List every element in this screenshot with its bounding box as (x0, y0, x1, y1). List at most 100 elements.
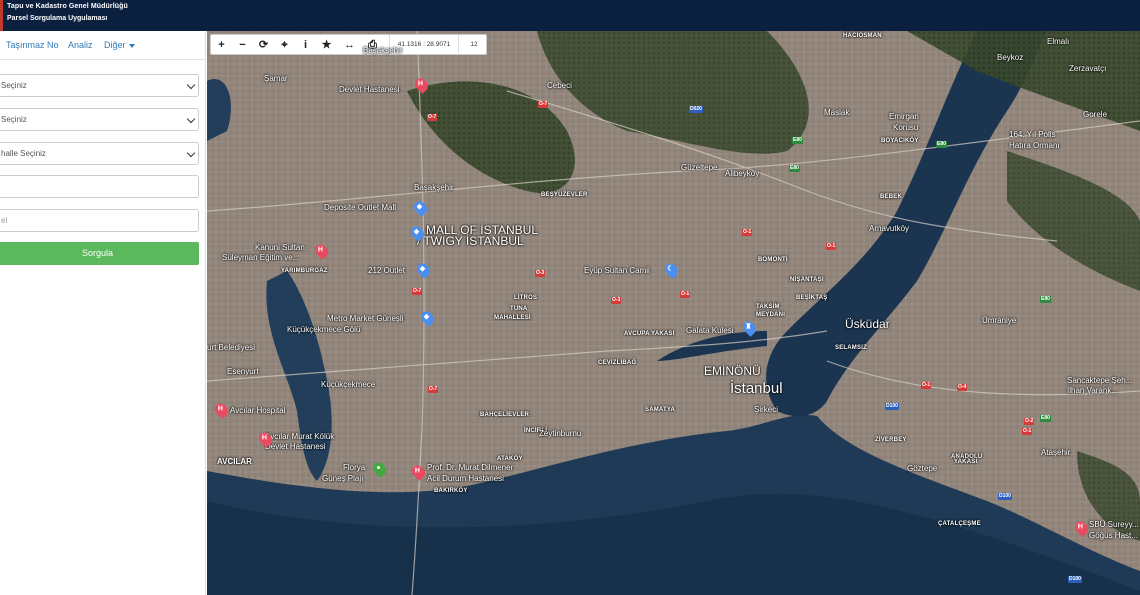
map-place-label: Sancaktepe Şeh... (1067, 376, 1133, 385)
pin-glyph: ● (376, 464, 381, 472)
tab-diger-label: Diğer (104, 40, 126, 50)
map-place-label: Eyüp Sultan Camii (584, 266, 650, 275)
chevron-down-icon (186, 148, 196, 158)
map-place-label: Acil Durum Hastanesi (427, 474, 504, 483)
map-place-label: Güzeltepe (681, 163, 718, 172)
chevron-down-icon (186, 114, 196, 124)
query-sidebar: Taşınmaz No Analiz Diğer Seçiniz Seçiniz… (0, 31, 206, 595)
map-place-label: SAMATYA (645, 407, 676, 413)
map-place-label: BAHÇELİEVLER (480, 412, 530, 418)
crosshair-icon: ⌖ (281, 39, 288, 51)
pin-glyph: ◆ (419, 265, 426, 273)
road-shield: E80 (936, 141, 947, 148)
road-shield: O-7 (412, 288, 423, 295)
road-shield: E80 (792, 137, 803, 144)
tab-diger[interactable]: Diğer (104, 40, 135, 50)
map-place-label: EMİNÖNÜ (704, 364, 761, 378)
map-place-label: Devlet Hastanesi (339, 85, 400, 94)
pin-glyph: H (317, 246, 323, 254)
mahalle-select-value: halle Seçiniz (1, 149, 46, 158)
mahalle-select[interactable]: halle Seçiniz (0, 142, 199, 165)
map-place-label: BOMONTİ (758, 257, 788, 263)
road-shield: O-1 (826, 243, 837, 250)
map-place-label: Avcılar Hospital (230, 406, 286, 415)
tab-tasinmaz-no[interactable]: Taşınmaz No (6, 40, 59, 50)
map-place-label: AVCUPA YAKASI (624, 331, 675, 337)
map-place-label: Cebeci (547, 81, 572, 90)
map-place-label: Zerzavatçı (1069, 64, 1107, 73)
road-shield: D020 (689, 106, 703, 113)
refresh-button[interactable]: ⟳ (253, 35, 274, 55)
ada-input[interactable] (0, 175, 199, 198)
map-place-label: Prof. Dr. Murat Dilmener (427, 463, 514, 472)
map-place-label: Şirkeci (754, 405, 779, 414)
pin-glyph: ♜ (745, 323, 752, 331)
map-place-label: Küçükçekmece Gölü (287, 325, 361, 334)
map-place-label: Süleyman Eğitim ve... (222, 253, 300, 262)
map-place-label: 164. Yıl Polis (1009, 130, 1056, 139)
il-select-value: Seçiniz (1, 81, 27, 90)
app-header: Tapu ve Kadastro Genel Müdürlüğü Parsel … (0, 0, 1140, 31)
map-place-label: Esenyurt (227, 367, 259, 376)
refresh-icon: ⟳ (258, 39, 269, 51)
map-place-label: Elmalı (1047, 37, 1070, 46)
il-select[interactable]: Seçiniz (0, 74, 199, 97)
map-place-label: ATAKÖY (497, 456, 523, 462)
map-place-label: 212 Outlet (368, 266, 405, 275)
map-place-label: Gorele (1083, 110, 1108, 119)
sorgula-button[interactable]: Sorgula (0, 242, 199, 265)
pin-glyph: H (217, 405, 223, 413)
pin-glyph: H (417, 80, 423, 88)
info-button[interactable]: i (295, 35, 316, 55)
minus-icon: − (239, 39, 246, 51)
ilce-select[interactable]: Seçiniz (0, 108, 199, 131)
locate-button[interactable]: ⌖ (274, 35, 295, 55)
road-shield: O-3 (611, 297, 622, 304)
map-place-label: Beykoz (997, 53, 1024, 62)
map-view[interactable]: + − ⟳ ⌖ i ★ ↔ ⎙ 41.1316 : 28.9071 12 HAC… (207, 31, 1140, 595)
measure-button[interactable]: ↔ (339, 35, 360, 55)
map-place-label: Korusu (893, 123, 919, 132)
zoom-in-button[interactable]: + (211, 35, 232, 55)
road-shield: D100 (998, 493, 1012, 500)
parsel-input-value: el (1, 216, 8, 225)
header-accent (0, 0, 3, 31)
map-place-label: Zeytinburnu (539, 429, 582, 438)
map-place-label: Hatıra Ormanı (1009, 141, 1060, 150)
chevron-down-icon (186, 80, 196, 90)
map-place-label: Ümraniye (982, 316, 1017, 325)
parsel-input[interactable]: el (0, 209, 199, 232)
tab-analiz[interactable]: Analiz (68, 40, 93, 50)
map-place-label: BEŞİKTAŞ (796, 295, 828, 301)
map-place-label: YARIMBURGAZ (281, 268, 328, 274)
map-place-label: Deposite Outlet Mall (324, 203, 397, 212)
map-place-label: urt Belediyesi (207, 343, 256, 352)
header-agency-title: Tapu ve Kadastro Genel Müdürlüğü (7, 3, 128, 10)
info-icon: i (303, 39, 308, 51)
map-place-label: LİTROS (514, 295, 538, 301)
map-place-label: Göğüs Hast... (1089, 531, 1138, 540)
map-place-label: Göztepe (907, 464, 938, 473)
map-place-label: NİŞANTAŞI (790, 277, 824, 283)
road-shield: D100 (1068, 576, 1082, 583)
map-place-label: BAKIRKÖY (434, 488, 468, 494)
road-shield: O-1 (680, 291, 691, 298)
plus-icon: + (218, 39, 225, 51)
pin-glyph: ◆ (413, 228, 420, 236)
zoom-out-button[interactable]: − (232, 35, 253, 55)
map-place-label: Güneş Plajı (322, 474, 364, 483)
road-shield: O-7 (428, 386, 439, 393)
map-place-label: Devlet Hastanesi (265, 442, 326, 451)
map-place-label: Arnavutköy (869, 224, 910, 233)
satellite-map-background (207, 31, 1140, 595)
favorite-button[interactable]: ★ (316, 35, 337, 55)
map-place-label: BEBEK (880, 194, 903, 200)
map-place-label: Maslak (824, 108, 850, 117)
header-app-title: Parsel Sorgulama Uygulaması (7, 15, 108, 22)
map-place-label: Emirgan (889, 112, 919, 121)
road-shield: O-2 (1024, 418, 1035, 425)
map-place-label: İstanbul (730, 380, 783, 397)
map-place-label: Başakşehir (363, 46, 403, 55)
pin-glyph: H (1077, 523, 1083, 531)
measure-icon: ↔ (344, 39, 355, 51)
